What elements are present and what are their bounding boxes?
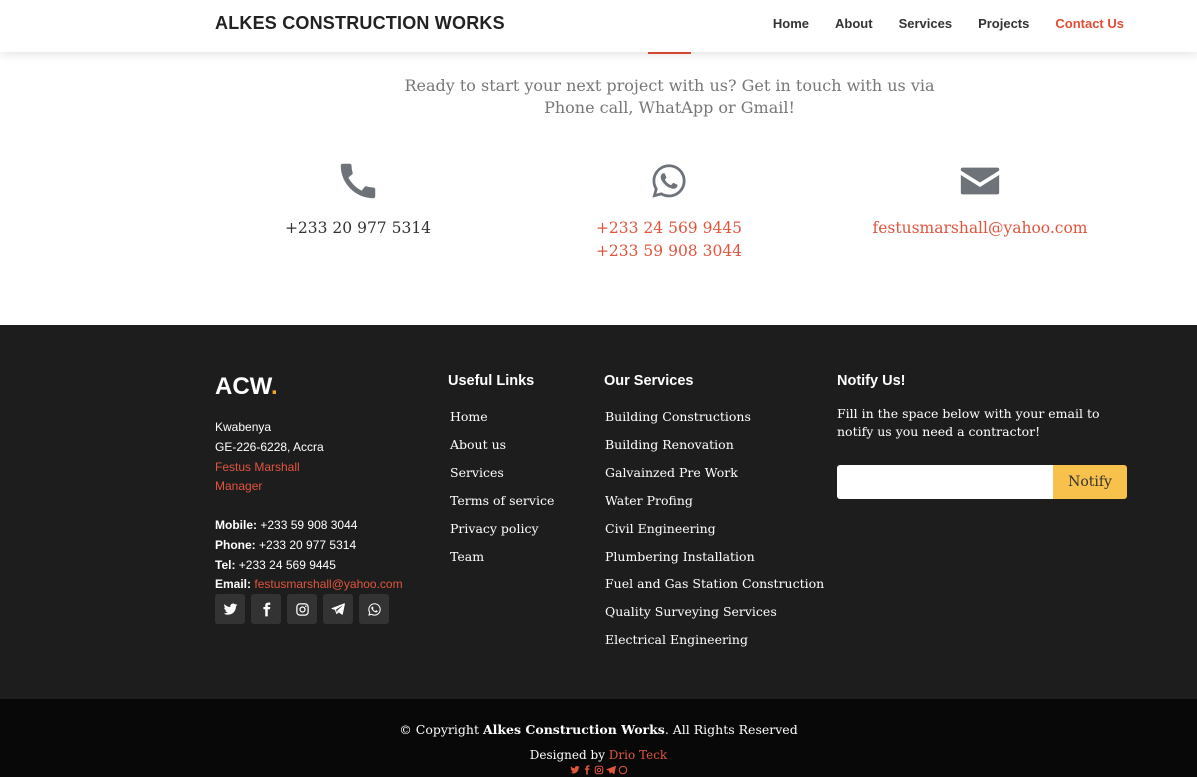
instagram-icon[interactable] bbox=[287, 594, 317, 624]
copyright-bar: © Copyright Alkes Construction Works. Al… bbox=[0, 699, 1197, 777]
nav-about[interactable]: About bbox=[835, 16, 873, 31]
instagram-icon[interactable] bbox=[594, 765, 604, 775]
copyright-symbol: © bbox=[399, 722, 412, 737]
whatsapp-icon[interactable] bbox=[618, 765, 628, 775]
phone-icon bbox=[208, 158, 508, 204]
bottom-social-links bbox=[0, 765, 1197, 775]
footer-link-terms[interactable]: Terms of service bbox=[450, 487, 554, 515]
footer-link-services[interactable]: Services bbox=[450, 459, 554, 487]
footer-logo[interactable]: ACW. bbox=[215, 373, 278, 401]
section-accent-line bbox=[648, 52, 691, 54]
contact-phone: +233 20 977 5314 bbox=[208, 158, 508, 240]
footer-address: Kwabenya GE-226-6228, Accra Festus Marsh… bbox=[215, 418, 324, 497]
telegram-icon[interactable] bbox=[605, 765, 616, 775]
services-list: Building Constructions Building Renovati… bbox=[605, 403, 824, 654]
whatsapp-icon[interactable] bbox=[359, 594, 389, 624]
useful-links-title: Useful Links bbox=[448, 373, 535, 389]
notify-description: Fill in the space below with your email … bbox=[837, 406, 1100, 439]
service-link[interactable]: Building Constructions bbox=[605, 403, 824, 431]
contact-intro: Ready to start your next project with us… bbox=[404, 76, 935, 117]
nav-contact-us[interactable]: Contact Us bbox=[1055, 16, 1124, 31]
service-link[interactable]: Water Profing bbox=[605, 487, 824, 515]
notify-form: Notify bbox=[837, 465, 1127, 499]
footer-social-links bbox=[215, 594, 389, 624]
service-link[interactable]: Building Renovation bbox=[605, 431, 824, 459]
site-header: ALKES CONSTRUCTION WORKS Home About Serv… bbox=[0, 0, 1197, 52]
service-link[interactable]: Fuel and Gas Station Construction bbox=[605, 570, 824, 598]
service-link[interactable]: Quality Surveying Services bbox=[605, 598, 824, 626]
nav-services[interactable]: Services bbox=[899, 16, 953, 31]
footer-contacts: Mobile: +233 59 908 3044 Phone: +233 20 … bbox=[215, 518, 403, 592]
company-name: Alkes Construction Works bbox=[482, 722, 665, 737]
brand-name[interactable]: ALKES CONSTRUCTION WORKS bbox=[215, 13, 505, 34]
telegram-icon[interactable] bbox=[323, 594, 353, 624]
nav-projects[interactable]: Projects bbox=[978, 16, 1029, 31]
contact-phone-number[interactable]: +233 20 977 5314 bbox=[208, 217, 508, 240]
footer-link-privacy[interactable]: Privacy policy bbox=[450, 515, 554, 543]
whatsapp-icon bbox=[519, 158, 819, 204]
envelope-icon bbox=[830, 158, 1130, 204]
notify-title: Notify Us! bbox=[837, 373, 906, 389]
designer-link[interactable]: Drio Teck bbox=[609, 748, 667, 762]
nav-home[interactable]: Home bbox=[773, 16, 809, 31]
service-link[interactable]: Plumbering Installation bbox=[605, 543, 824, 571]
main-nav: Home About Services Projects Contact Us bbox=[773, 16, 1124, 31]
contact-whatsapp: +233 24 569 9445 +233 59 908 3044 bbox=[519, 158, 819, 263]
site-footer: ACW. Kwabenya GE-226-6228, Accra Festus … bbox=[0, 325, 1197, 699]
twitter-icon[interactable] bbox=[569, 765, 580, 775]
contact-email-address[interactable]: festusmarshall@yahoo.com bbox=[830, 217, 1130, 240]
contact-whatsapp-number-2[interactable]: +233 59 908 3044 bbox=[519, 240, 819, 263]
service-link[interactable]: Civil Engineering bbox=[605, 515, 824, 543]
twitter-icon[interactable] bbox=[215, 594, 245, 624]
service-link[interactable]: Electrical Engineering bbox=[605, 626, 824, 654]
contact-person-role: Manager bbox=[215, 479, 263, 494]
copyright-text: © Copyright Alkes Construction Works. Al… bbox=[399, 722, 798, 737]
service-link[interactable]: Galvainzed Pre Work bbox=[605, 459, 824, 487]
contact-email: festusmarshall@yahoo.com bbox=[830, 158, 1130, 240]
footer-link-about[interactable]: About us bbox=[450, 431, 554, 459]
footer-link-team[interactable]: Team bbox=[450, 543, 554, 571]
facebook-icon[interactable] bbox=[582, 765, 592, 775]
facebook-icon[interactable] bbox=[251, 594, 281, 624]
useful-links-list: Home About us Services Terms of service … bbox=[450, 403, 554, 570]
notify-button[interactable]: Notify bbox=[1053, 465, 1127, 499]
contact-person-name: Festus Marshall bbox=[215, 459, 300, 474]
designed-by: Designed by Drio Teck bbox=[529, 748, 668, 762]
notify-email-input[interactable] bbox=[837, 465, 1053, 499]
contact-whatsapp-number-1[interactable]: +233 24 569 9445 bbox=[519, 217, 819, 240]
footer-link-home[interactable]: Home bbox=[450, 403, 554, 431]
our-services-title: Our Services bbox=[604, 373, 694, 389]
